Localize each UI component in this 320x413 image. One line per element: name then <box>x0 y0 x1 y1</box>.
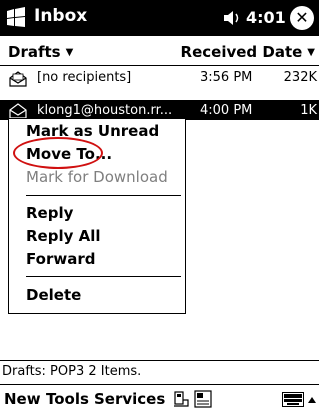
message-row-selected[interactable]: klong1@houston.rr... 4:00 PM 1K <box>0 100 319 120</box>
chevron-down-icon: ▼ <box>65 47 74 58</box>
status-bar: Drafts: POP3 2 Items. <box>0 360 319 383</box>
context-menu: Mark as Unread Move To... Mark for Downl… <box>8 118 186 314</box>
chevron-down-icon: ▼ <box>307 47 315 58</box>
tools-menu[interactable]: Tools <box>46 390 89 408</box>
window-title: Inbox <box>34 6 88 26</box>
command-bar: New Tools Services <box>0 384 319 413</box>
menu-item-forward[interactable]: Forward <box>26 250 95 268</box>
close-button[interactable]: ✕ <box>290 6 314 30</box>
menu-item-move-to[interactable]: Move To... <box>26 145 112 163</box>
list-header: Drafts ▼ Received Date ▼ <box>0 37 319 66</box>
message-time: 4:00 PM <box>200 103 253 118</box>
keyboard-icon[interactable] <box>282 392 304 407</box>
menu-separator <box>26 195 181 196</box>
clock[interactable]: 4:01 <box>246 8 286 27</box>
status-text: Drafts: POP3 2 Items. <box>2 364 142 379</box>
menu-item-mark-for-download: Mark for Download <box>26 168 168 186</box>
message-time: 3:56 PM <box>200 70 253 85</box>
menu-item-delete[interactable]: Delete <box>26 286 81 304</box>
sort-label: Received Date <box>180 43 303 61</box>
sip-arrow-icon[interactable] <box>306 391 318 409</box>
envelope-icon <box>9 71 27 87</box>
services-menu[interactable]: Services <box>94 390 165 408</box>
menu-item-reply[interactable]: Reply <box>26 204 73 222</box>
folder-dropdown[interactable]: Drafts ▼ <box>8 43 73 61</box>
menu-item-reply-all[interactable]: Reply All <box>26 227 101 245</box>
folder-view-icon[interactable] <box>194 390 212 408</box>
message-size: 232K <box>283 70 317 85</box>
message-row[interactable]: [no recipients] 3:56 PM 232K <box>0 66 319 92</box>
speaker-icon[interactable] <box>222 10 242 26</box>
new-menu[interactable]: New <box>4 390 41 408</box>
title-bar: Inbox 4:01 ✕ <box>0 0 319 36</box>
message-size: 1K <box>300 103 317 118</box>
menu-separator <box>26 276 181 277</box>
message-sender: [no recipients] <box>37 70 132 85</box>
send-receive-icon[interactable] <box>172 390 190 408</box>
menu-item-mark-as-unread[interactable]: Mark as Unread <box>26 122 159 140</box>
windows-start-icon[interactable] <box>4 6 28 30</box>
folder-label: Drafts <box>8 43 61 61</box>
close-icon: ✕ <box>295 8 309 27</box>
sort-dropdown[interactable]: Received Date ▼ <box>181 43 315 61</box>
message-sender: klong1@houston.rr... <box>37 103 173 118</box>
